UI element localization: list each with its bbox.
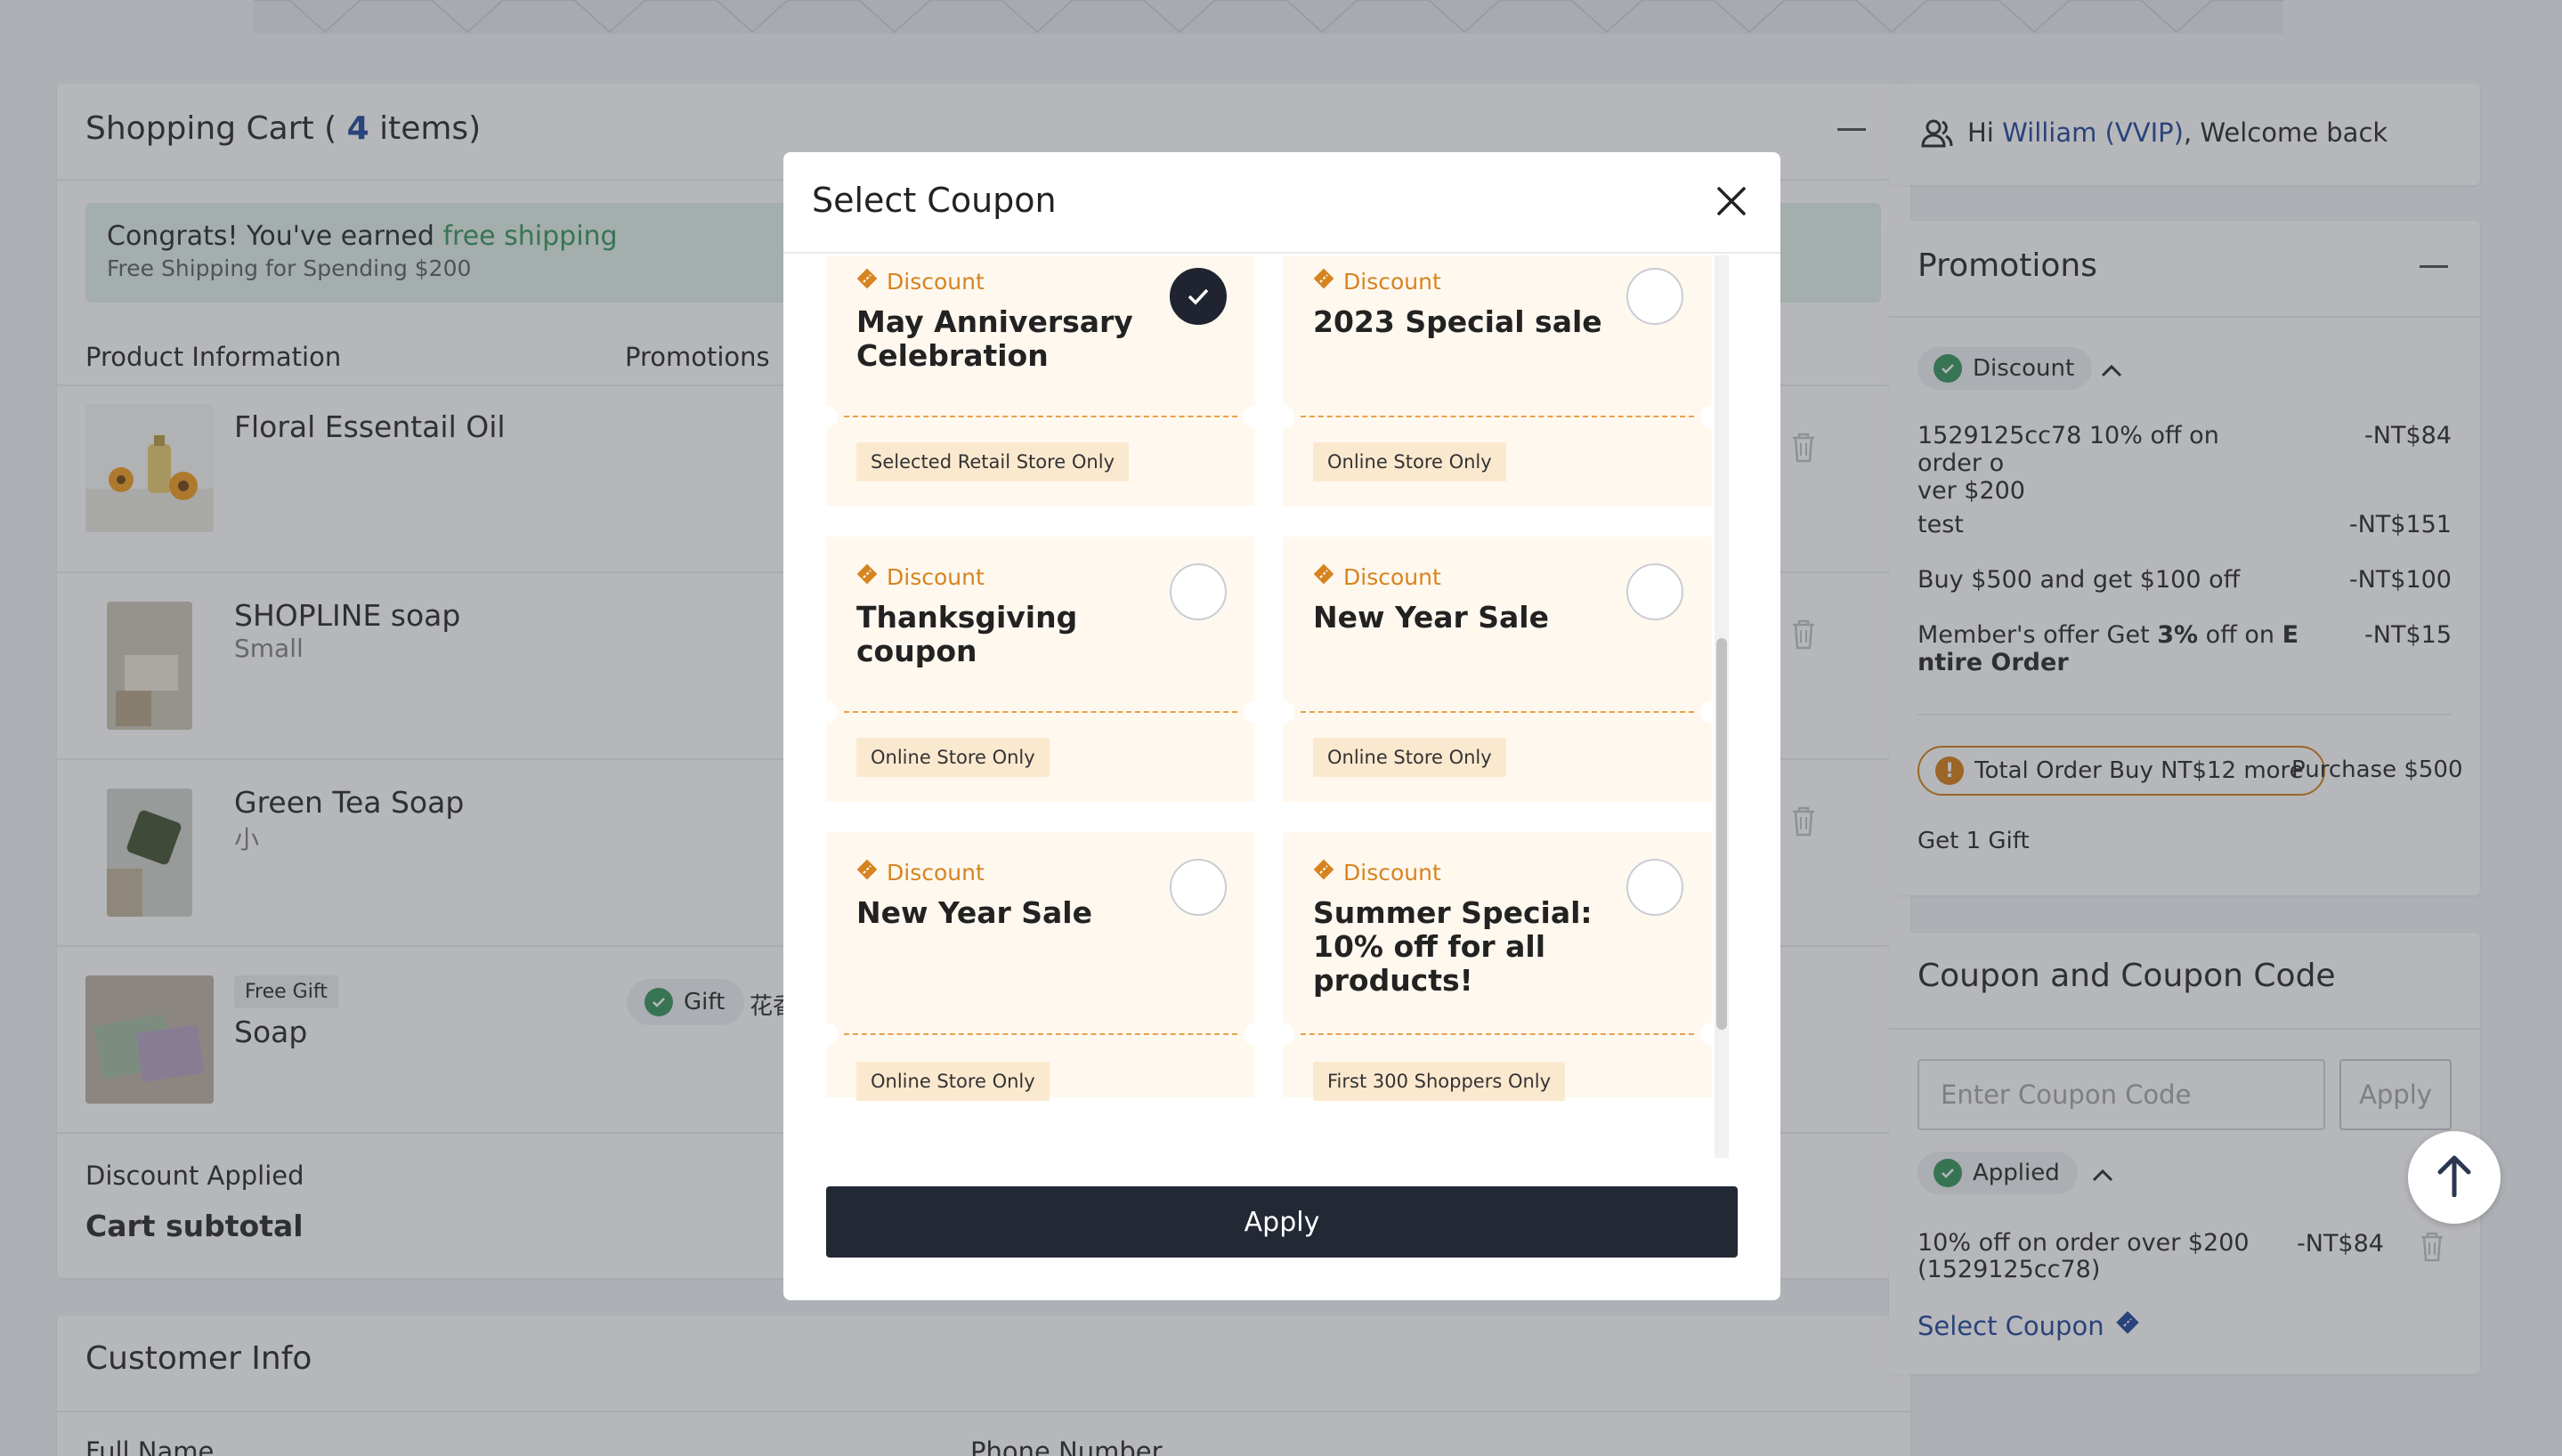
coupon-scope: Online Store Only xyxy=(856,1062,1050,1101)
coupon-card[interactable]: Discount New Year Sale Online Store Only xyxy=(1271,537,1723,802)
coupon-name: Summer Special: 10% off for all products… xyxy=(1313,895,1593,998)
ticket-icon xyxy=(1313,859,1334,886)
ticket-icon xyxy=(856,859,878,886)
coupon-scope: Online Store Only xyxy=(1313,738,1506,777)
ticket-icon xyxy=(1313,268,1334,295)
modal-title: Select Coupon xyxy=(812,181,1057,220)
coupon-scope: First 300 Shoppers Only xyxy=(1313,1062,1566,1101)
coupon-scope: Online Store Only xyxy=(1313,442,1506,481)
coupon-card[interactable]: Discount New Year Sale Online Store Only xyxy=(815,832,1267,1101)
coupon-radio-selected[interactable] xyxy=(1170,268,1227,325)
coupon-card[interactable]: Discount May Anniversary Celebration Sel… xyxy=(815,255,1267,506)
coupon-radio[interactable] xyxy=(1626,268,1683,325)
coupon-list-scrollbar[interactable] xyxy=(1715,255,1729,1158)
ticket-icon xyxy=(856,268,878,295)
coupon-name: May Anniversary Celebration xyxy=(856,304,1133,373)
coupon-card[interactable]: Discount Summer Special: 10% off for all… xyxy=(1271,832,1723,1101)
coupon-scope: Online Store Only xyxy=(856,738,1050,777)
coupon-radio[interactable] xyxy=(1170,859,1227,916)
coupon-scope: Selected Retail Store Only xyxy=(856,442,1130,481)
arrow-up-icon xyxy=(2436,1154,2472,1201)
ticket-icon xyxy=(856,563,878,590)
coupon-name: 2023 Special sale xyxy=(1313,304,1602,339)
coupon-radio[interactable] xyxy=(1626,563,1683,620)
modal-header: Select Coupon xyxy=(783,152,1780,254)
coupon-name: Thanksgiving coupon xyxy=(856,600,1078,668)
coupon-card[interactable]: Discount Thanksgiving coupon Online Stor… xyxy=(815,537,1267,802)
select-coupon-modal: Select Coupon Discount May Anniversary C… xyxy=(783,152,1780,1300)
ticket-icon xyxy=(1313,563,1334,590)
coupon-radio[interactable] xyxy=(1626,859,1683,916)
scrollbar-thumb[interactable] xyxy=(1716,638,1727,1030)
scroll-to-top-button[interactable] xyxy=(2408,1131,2501,1224)
close-icon[interactable] xyxy=(1714,183,1749,222)
coupon-list[interactable]: Discount May Anniversary Celebration Sel… xyxy=(783,255,1780,1158)
coupon-radio[interactable] xyxy=(1170,563,1227,620)
coupon-name: New Year Sale xyxy=(856,895,1092,930)
modal-apply-button[interactable]: Apply xyxy=(826,1186,1738,1258)
coupon-name: New Year Sale xyxy=(1313,600,1549,635)
coupon-card[interactable]: Discount 2023 Special sale Online Store … xyxy=(1271,255,1723,506)
